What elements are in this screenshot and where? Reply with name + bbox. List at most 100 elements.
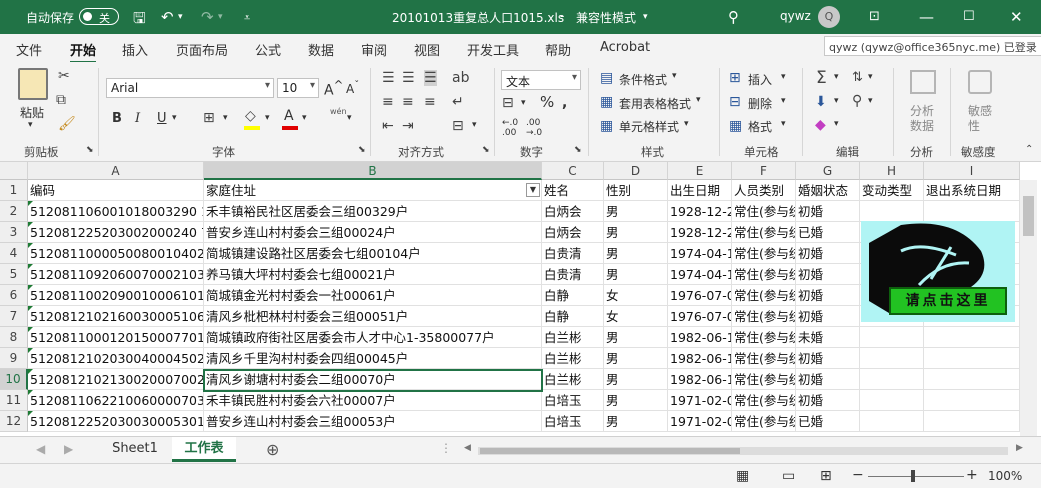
row-header-1[interactable]: 1 bbox=[0, 180, 28, 201]
cell-name[interactable]: 白兰彬 bbox=[542, 327, 604, 348]
cell-exit-date[interactable] bbox=[924, 327, 1020, 348]
analyze-data-button[interactable]: 分析数据 bbox=[910, 104, 936, 134]
maximize-icon[interactable]: ☐ bbox=[963, 9, 975, 24]
cell-gender[interactable]: 男 bbox=[604, 411, 668, 432]
number-launcher-icon[interactable]: ⬊ bbox=[574, 145, 582, 155]
cell-category[interactable]: 常住(参与统 bbox=[732, 348, 796, 369]
analyze-data-icon[interactable] bbox=[910, 70, 936, 94]
sort-filter-icon[interactable]: ⇅ bbox=[852, 70, 863, 85]
cell-marital[interactable]: 初婚 bbox=[796, 369, 860, 390]
col-header-e[interactable]: E bbox=[668, 162, 732, 180]
format-painter-icon[interactable]: 🖌 bbox=[58, 116, 76, 132]
cell-code[interactable]: 512081225203002000240 7 bbox=[28, 222, 204, 243]
cell-change-type[interactable] bbox=[860, 411, 924, 432]
cell-exit-date[interactable] bbox=[924, 348, 1020, 369]
insert-cells-button[interactable]: 插入 bbox=[748, 71, 772, 88]
col-header-h[interactable]: H bbox=[860, 162, 924, 180]
comma-style-icon[interactable]: , bbox=[562, 95, 567, 111]
cell-address[interactable]: 清风乡千里沟村村委会四组00045户 bbox=[204, 348, 542, 369]
phonetic-icon[interactable]: wén bbox=[330, 107, 347, 116]
cell-address[interactable]: 普安乡连山村村委会三组00024户 bbox=[204, 222, 542, 243]
worksheet-grid[interactable]: A B C D E F G H I 1 编码 家庭住址 姓名 性别 出生日期 人员类别 婚姻状… bbox=[0, 162, 1041, 436]
cut-icon[interactable]: ✂ bbox=[58, 68, 70, 84]
zoom-in-icon[interactable]: + bbox=[966, 467, 978, 483]
customize-toolbar-icon[interactable]: ⩡ bbox=[244, 11, 250, 25]
clipboard-launcher-icon[interactable]: ⬊ bbox=[86, 145, 94, 155]
sensitivity-icon[interactable] bbox=[968, 70, 992, 94]
cell-code[interactable]: 5120812102130020007002 bbox=[28, 369, 204, 390]
cell-category[interactable]: 常住(参与统 bbox=[732, 243, 796, 264]
header-cell-exit-date[interactable]: 退出系统日期 bbox=[924, 180, 1020, 201]
cell-exit-date[interactable] bbox=[924, 369, 1020, 390]
decrease-decimal-icon[interactable]: .00 →.0 bbox=[526, 118, 542, 138]
cell-code[interactable]: 5120812252030030005301 bbox=[28, 411, 204, 432]
increase-indent-icon[interactable]: ⇥ bbox=[402, 118, 414, 134]
add-sheet-icon[interactable]: ⊕ bbox=[266, 440, 279, 459]
copy-icon[interactable]: ⧉ bbox=[56, 92, 66, 108]
header-cell-gender[interactable]: 性别 bbox=[604, 180, 668, 201]
cell-birthdate[interactable]: 1976-07-06 bbox=[668, 285, 732, 306]
cell-marital[interactable]: 未婚 bbox=[796, 327, 860, 348]
cell-change-type[interactable] bbox=[860, 327, 924, 348]
cell-marital[interactable]: 初婚 bbox=[796, 306, 860, 327]
cell-marital[interactable]: 初婚 bbox=[796, 285, 860, 306]
cell-gender[interactable]: 男 bbox=[604, 264, 668, 285]
tab-data[interactable]: 数据 bbox=[308, 40, 334, 59]
cell-name[interactable]: 白静 bbox=[542, 306, 604, 327]
cell-category[interactable]: 常住(参与统 bbox=[732, 285, 796, 306]
ribbon-display-icon[interactable]: ⊡ bbox=[869, 9, 880, 24]
cell-category[interactable]: 常住(参与统 bbox=[732, 264, 796, 285]
macro-image-button[interactable]: 请点击这里 bbox=[861, 221, 1015, 322]
cell-category[interactable]: 常住(参与统 bbox=[732, 201, 796, 222]
cell-gender[interactable]: 女 bbox=[604, 285, 668, 306]
col-header-c[interactable]: C bbox=[542, 162, 604, 180]
search-icon[interactable]: ⚲ bbox=[728, 8, 739, 26]
bold-button[interactable]: B bbox=[112, 111, 122, 126]
wrap-text-icon[interactable]: ↵ bbox=[452, 94, 464, 110]
underline-button[interactable]: U bbox=[157, 111, 167, 126]
col-header-g[interactable]: G bbox=[796, 162, 860, 180]
accounting-format-icon[interactable]: ⊟ bbox=[502, 95, 514, 111]
tab-home[interactable]: 开始 bbox=[70, 40, 97, 64]
cell-marital[interactable]: 初婚 bbox=[796, 243, 860, 264]
cell-category[interactable]: 常住(参与统 bbox=[732, 222, 796, 243]
header-cell-marital[interactable]: 婚姻状态 bbox=[796, 180, 860, 201]
cell-name[interactable]: 白贵清 bbox=[542, 264, 604, 285]
cell-exit-date[interactable] bbox=[924, 390, 1020, 411]
format-cells-icon[interactable]: ▦ bbox=[729, 118, 742, 134]
cell-code[interactable]: 512081106001018003290 1 bbox=[28, 201, 204, 222]
row-header-2[interactable]: 2 bbox=[0, 201, 28, 222]
increase-decimal-icon[interactable]: ←.0.00 bbox=[502, 118, 518, 138]
header-cell-category[interactable]: 人员类别 bbox=[732, 180, 796, 201]
format-as-table-button[interactable]: 套用表格格式 bbox=[619, 95, 691, 112]
cell-birthdate[interactable]: 1971-02-06 bbox=[668, 411, 732, 432]
horizontal-scrollbar[interactable] bbox=[478, 447, 1008, 455]
cell-address[interactable]: 清风乡谢塘村村委会二组00070户 bbox=[204, 369, 542, 390]
cell-change-type[interactable] bbox=[860, 390, 924, 411]
vertical-scroll-thumb[interactable] bbox=[1023, 196, 1034, 236]
cell-category[interactable]: 常住(参与统 bbox=[732, 306, 796, 327]
click-here-button[interactable]: 请点击这里 bbox=[889, 287, 1007, 315]
cell-styles-button[interactable]: 单元格样式 bbox=[619, 118, 679, 135]
conditional-format-icon[interactable]: ▤ bbox=[600, 70, 613, 86]
row-header-3[interactable]: 3 bbox=[0, 222, 28, 243]
cell-address[interactable]: 清风乡枇杷林村村委会三组00051户 bbox=[204, 306, 542, 327]
row-header-11[interactable]: 11 bbox=[0, 390, 28, 411]
cell-code[interactable]: 5120811000120150007701 bbox=[28, 327, 204, 348]
redo-icon[interactable]: ↷ bbox=[201, 8, 214, 26]
font-color-icon[interactable]: A bbox=[284, 108, 294, 124]
cell-address[interactable]: 普安乡连山村村委会三组00053户 bbox=[204, 411, 542, 432]
cell-category[interactable]: 常住(参与统 bbox=[732, 369, 796, 390]
orientation-icon[interactable]: ab bbox=[452, 70, 469, 86]
cell-change-type[interactable] bbox=[860, 201, 924, 222]
cell-address[interactable]: 简城镇金光村村委会一社00061户 bbox=[204, 285, 542, 306]
cell-code[interactable]: 5120811000050080010402 bbox=[28, 243, 204, 264]
zoom-out-icon[interactable]: − bbox=[852, 467, 864, 483]
cell-name[interactable]: 白培玉 bbox=[542, 411, 604, 432]
align-bottom-icon[interactable]: ☰ bbox=[424, 70, 437, 86]
tab-insert[interactable]: 插入 bbox=[122, 40, 148, 59]
shrink-font-icon[interactable]: Aˇ bbox=[346, 80, 359, 96]
minimize-icon[interactable]: — bbox=[919, 8, 934, 26]
tab-review[interactable]: 审阅 bbox=[361, 40, 387, 59]
page-break-view-icon[interactable]: ⊞ bbox=[820, 468, 832, 484]
